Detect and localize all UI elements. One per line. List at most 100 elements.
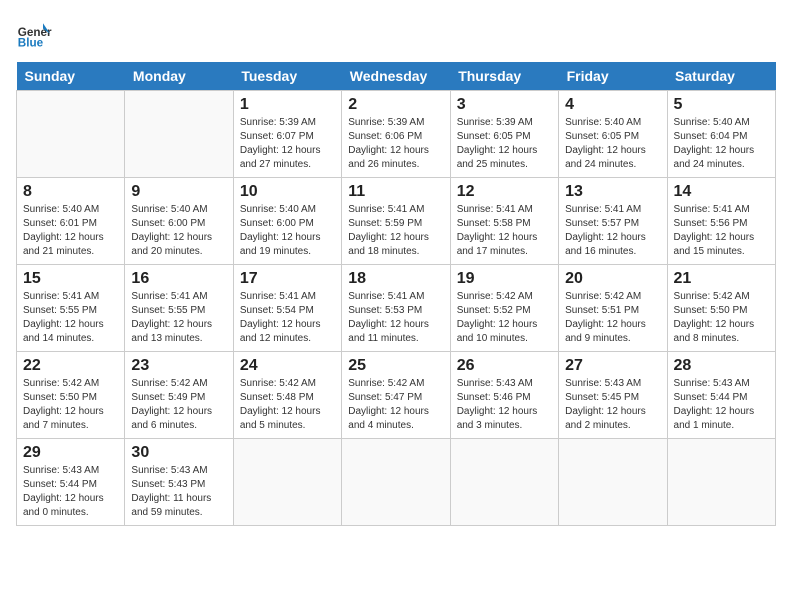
cell-info: Sunrise: 5:41 AM Sunset: 5:55 PM Dayligh… — [23, 290, 118, 346]
calendar-cell: 13 Sunrise: 5:41 AM Sunset: 5:57 PM Dayli… — [559, 178, 667, 265]
cell-info: Sunrise: 5:42 AM Sunset: 5:51 PM Dayligh… — [565, 290, 660, 346]
svg-text:Blue: Blue — [18, 37, 44, 50]
logo: General Blue — [16, 16, 52, 52]
calendar-table: SundayMondayTuesdayWednesdayThursdayFrid… — [16, 62, 776, 526]
calendar-week-1: 1 Sunrise: 5:39 AM Sunset: 6:07 PM Daylig… — [17, 91, 776, 178]
calendar-cell: 30Sunrise: 5:43 AM Sunset: 5:43 PM Dayli… — [125, 439, 233, 526]
cell-info: Sunrise: 5:41 AM Sunset: 5:58 PM Dayligh… — [457, 203, 552, 259]
weekday-header-thursday: Thursday — [450, 62, 558, 91]
calendar-cell: 25Sunrise: 5:42 AM Sunset: 5:47 PM Dayli… — [342, 352, 450, 439]
cell-info: Sunrise: 5:43 AM Sunset: 5:44 PM Dayligh… — [23, 464, 118, 520]
weekday-header-monday: Monday — [125, 62, 233, 91]
calendar-week-2: 8 Sunrise: 5:40 AM Sunset: 6:01 PM Daylig… — [17, 178, 776, 265]
day-number: 27 — [565, 357, 660, 375]
calendar-cell: 4 Sunrise: 5:40 AM Sunset: 6:05 PM Daylig… — [559, 91, 667, 178]
day-number: 8 — [23, 183, 118, 201]
day-number: 14 — [674, 183, 769, 201]
calendar-cell: 17Sunrise: 5:41 AM Sunset: 5:54 PM Dayli… — [233, 265, 341, 352]
calendar-cell — [667, 439, 775, 526]
day-number: 11 — [348, 183, 443, 201]
calendar-cell: 9 Sunrise: 5:40 AM Sunset: 6:00 PM Daylig… — [125, 178, 233, 265]
calendar-cell — [233, 439, 341, 526]
cell-info: Sunrise: 5:40 AM Sunset: 6:00 PM Dayligh… — [131, 203, 226, 259]
calendar-cell — [125, 91, 233, 178]
weekday-header-row: SundayMondayTuesdayWednesdayThursdayFrid… — [17, 62, 776, 91]
calendar-cell — [450, 439, 558, 526]
day-number: 23 — [131, 357, 226, 375]
calendar-cell: 21 Sunrise: 5:42 AM Sunset: 5:50 PM Dayli… — [667, 265, 775, 352]
cell-info: Sunrise: 5:42 AM Sunset: 5:47 PM Dayligh… — [348, 377, 443, 433]
calendar-week-4: 22 Sunrise: 5:42 AM Sunset: 5:50 PM Dayli… — [17, 352, 776, 439]
cell-info: Sunrise: 5:42 AM Sunset: 5:48 PM Dayligh… — [240, 377, 335, 433]
cell-info: Sunrise: 5:42 AM Sunset: 5:52 PM Dayligh… — [457, 290, 552, 346]
calendar-cell: 11 Sunrise: 5:41 AM Sunset: 5:59 PM Dayli… — [342, 178, 450, 265]
day-number: 10 — [240, 183, 335, 201]
day-number: 29 — [23, 444, 118, 462]
cell-info: Sunrise: 5:41 AM Sunset: 5:56 PM Dayligh… — [674, 203, 769, 259]
calendar-cell — [342, 439, 450, 526]
calendar-cell: 14 Sunrise: 5:41 AM Sunset: 5:56 PM Dayli… — [667, 178, 775, 265]
day-number: 9 — [131, 183, 226, 201]
weekday-header-friday: Friday — [559, 62, 667, 91]
cell-info: Sunrise: 5:41 AM Sunset: 5:53 PM Dayligh… — [348, 290, 443, 346]
calendar-week-3: 15 Sunrise: 5:41 AM Sunset: 5:55 PM Dayli… — [17, 265, 776, 352]
calendar-week-5: 29 Sunrise: 5:43 AM Sunset: 5:44 PM Dayli… — [17, 439, 776, 526]
cell-info: Sunrise: 5:42 AM Sunset: 5:50 PM Dayligh… — [23, 377, 118, 433]
cell-info: Sunrise: 5:43 AM Sunset: 5:43 PM Dayligh… — [131, 464, 226, 520]
day-number: 15 — [23, 270, 118, 288]
calendar-cell: 15 Sunrise: 5:41 AM Sunset: 5:55 PM Dayli… — [17, 265, 125, 352]
calendar-cell: 16Sunrise: 5:41 AM Sunset: 5:55 PM Dayli… — [125, 265, 233, 352]
calendar-cell: 20 Sunrise: 5:42 AM Sunset: 5:51 PM Dayli… — [559, 265, 667, 352]
cell-info: Sunrise: 5:42 AM Sunset: 5:49 PM Dayligh… — [131, 377, 226, 433]
day-number: 18 — [348, 270, 443, 288]
weekday-header-saturday: Saturday — [667, 62, 775, 91]
cell-info: Sunrise: 5:40 AM Sunset: 6:01 PM Dayligh… — [23, 203, 118, 259]
calendar-cell: 27 Sunrise: 5:43 AM Sunset: 5:45 PM Dayli… — [559, 352, 667, 439]
cell-info: Sunrise: 5:42 AM Sunset: 5:50 PM Dayligh… — [674, 290, 769, 346]
day-number: 5 — [674, 96, 769, 114]
cell-info: Sunrise: 5:41 AM Sunset: 5:59 PM Dayligh… — [348, 203, 443, 259]
calendar-cell: 26 Sunrise: 5:43 AM Sunset: 5:46 PM Dayli… — [450, 352, 558, 439]
cell-info: Sunrise: 5:39 AM Sunset: 6:07 PM Dayligh… — [240, 116, 335, 172]
cell-info: Sunrise: 5:43 AM Sunset: 5:45 PM Dayligh… — [565, 377, 660, 433]
calendar-cell: 2Sunrise: 5:39 AM Sunset: 6:06 PM Daylig… — [342, 91, 450, 178]
day-number: 4 — [565, 96, 660, 114]
calendar-cell — [17, 91, 125, 178]
page-header: General Blue — [16, 16, 776, 52]
cell-info: Sunrise: 5:41 AM Sunset: 5:57 PM Dayligh… — [565, 203, 660, 259]
logo-icon: General Blue — [16, 16, 52, 52]
calendar-cell: 18 Sunrise: 5:41 AM Sunset: 5:53 PM Dayli… — [342, 265, 450, 352]
day-number: 13 — [565, 183, 660, 201]
calendar-cell: 5 Sunrise: 5:40 AM Sunset: 6:04 PM Daylig… — [667, 91, 775, 178]
cell-info: Sunrise: 5:43 AM Sunset: 5:46 PM Dayligh… — [457, 377, 552, 433]
calendar-cell: 22 Sunrise: 5:42 AM Sunset: 5:50 PM Dayli… — [17, 352, 125, 439]
calendar-cell: 12 Sunrise: 5:41 AM Sunset: 5:58 PM Dayli… — [450, 178, 558, 265]
calendar-cell: 3Sunrise: 5:39 AM Sunset: 6:05 PM Daylig… — [450, 91, 558, 178]
day-number: 19 — [457, 270, 552, 288]
calendar-cell: 8 Sunrise: 5:40 AM Sunset: 6:01 PM Daylig… — [17, 178, 125, 265]
calendar-cell: 19 Sunrise: 5:42 AM Sunset: 5:52 PM Dayli… — [450, 265, 558, 352]
cell-info: Sunrise: 5:40 AM Sunset: 6:05 PM Dayligh… — [565, 116, 660, 172]
day-number: 12 — [457, 183, 552, 201]
day-number: 2 — [348, 96, 443, 114]
calendar-cell: 29 Sunrise: 5:43 AM Sunset: 5:44 PM Dayli… — [17, 439, 125, 526]
day-number: 28 — [674, 357, 769, 375]
cell-info: Sunrise: 5:40 AM Sunset: 6:00 PM Dayligh… — [240, 203, 335, 259]
day-number: 20 — [565, 270, 660, 288]
day-number: 26 — [457, 357, 552, 375]
calendar-cell: 23 Sunrise: 5:42 AM Sunset: 5:49 PM Dayli… — [125, 352, 233, 439]
day-number: 1 — [240, 96, 335, 114]
calendar-cell: 10 Sunrise: 5:40 AM Sunset: 6:00 PM Dayli… — [233, 178, 341, 265]
day-number: 21 — [674, 270, 769, 288]
day-number: 22 — [23, 357, 118, 375]
cell-info: Sunrise: 5:40 AM Sunset: 6:04 PM Dayligh… — [674, 116, 769, 172]
calendar-cell: 28 Sunrise: 5:43 AM Sunset: 5:44 PM Dayli… — [667, 352, 775, 439]
day-number: 24 — [240, 357, 335, 375]
cell-info: Sunrise: 5:41 AM Sunset: 5:54 PM Dayligh… — [240, 290, 335, 346]
cell-info: Sunrise: 5:43 AM Sunset: 5:44 PM Dayligh… — [674, 377, 769, 433]
weekday-header-wednesday: Wednesday — [342, 62, 450, 91]
cell-info: Sunrise: 5:41 AM Sunset: 5:55 PM Dayligh… — [131, 290, 226, 346]
weekday-header-tuesday: Tuesday — [233, 62, 341, 91]
calendar-cell: 1 Sunrise: 5:39 AM Sunset: 6:07 PM Daylig… — [233, 91, 341, 178]
weekday-header-sunday: Sunday — [17, 62, 125, 91]
